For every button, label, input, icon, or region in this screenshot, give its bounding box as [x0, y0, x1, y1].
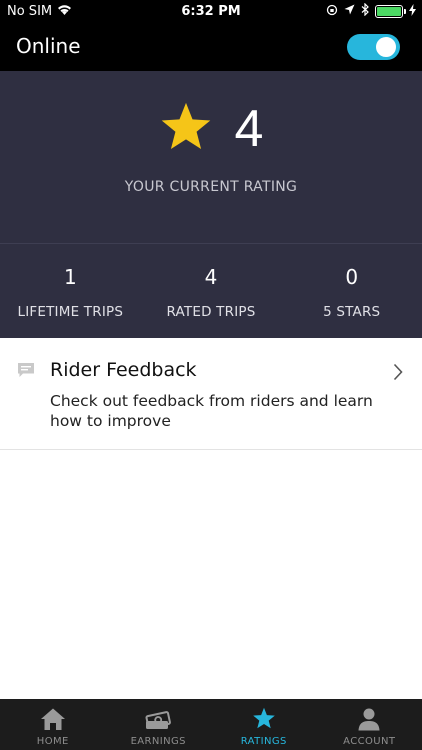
star-icon	[211, 707, 317, 733]
rating-row: 4	[0, 101, 422, 157]
stat-value: 1	[63, 265, 77, 289]
bluetooth-icon	[361, 2, 369, 20]
screen: No SIM 6:32 PM Online 4 YOUR CURRENT RAT…	[0, 0, 422, 750]
tab-label: ACCOUNT	[343, 736, 396, 747]
battery-icon	[375, 5, 406, 18]
stat-value: 0	[345, 265, 359, 289]
message-icon	[17, 362, 35, 383]
tab-account[interactable]: ACCOUNT	[317, 699, 422, 750]
rating-value: 4	[234, 100, 264, 158]
star-icon	[159, 101, 213, 157]
tab-ratings[interactable]: RATINGS	[211, 699, 317, 750]
rider-feedback-row[interactable]: Rider Feedback Check out feedback from r…	[0, 338, 422, 450]
feedback-title: Rider Feedback	[50, 359, 197, 381]
header: Online	[0, 24, 422, 71]
toggle-knob	[374, 35, 398, 59]
tab-label: RATINGS	[240, 736, 287, 747]
online-status-title: Online	[16, 34, 81, 58]
feedback-description: Check out feedback from riders and learn…	[50, 392, 373, 430]
current-rating-section: 4 YOUR CURRENT RATING	[0, 71, 422, 244]
stat-lifetime-trips: 1 LIFETIME TRIPS	[0, 245, 141, 338]
stats-row: 1 LIFETIME TRIPS 4 RATED TRIPS 0 5 STARS	[0, 245, 422, 338]
charging-icon	[409, 3, 416, 20]
stat-five-stars: 0 5 STARS	[281, 245, 422, 338]
stat-label: LIFETIME TRIPS	[17, 304, 124, 320]
status-right	[326, 2, 416, 20]
status-bar: No SIM 6:32 PM	[0, 0, 422, 24]
stat-value: 4	[204, 265, 218, 289]
tab-label: EARNINGS	[130, 736, 186, 747]
tab-bar: HOME EARNINGS RATINGS ACCOUNT	[0, 699, 422, 750]
earnings-icon	[106, 707, 212, 733]
stat-rated-trips: 4 RATED TRIPS	[141, 245, 282, 338]
tab-label: HOME	[36, 736, 69, 747]
account-icon	[317, 707, 422, 733]
tab-earnings[interactable]: EARNINGS	[106, 699, 212, 750]
tab-home[interactable]: HOME	[0, 699, 106, 750]
online-toggle[interactable]	[347, 34, 400, 60]
rating-label: YOUR CURRENT RATING	[124, 179, 298, 195]
rating-panel: 4 YOUR CURRENT RATING 1 LIFETIME TRIPS 4…	[0, 71, 422, 338]
location-icon	[344, 4, 355, 19]
orientation-lock-icon	[326, 4, 338, 20]
stat-label: 5 STARS	[323, 304, 381, 320]
home-icon	[0, 707, 106, 733]
stat-label: RATED TRIPS	[166, 304, 256, 320]
chevron-right-icon	[393, 363, 403, 385]
